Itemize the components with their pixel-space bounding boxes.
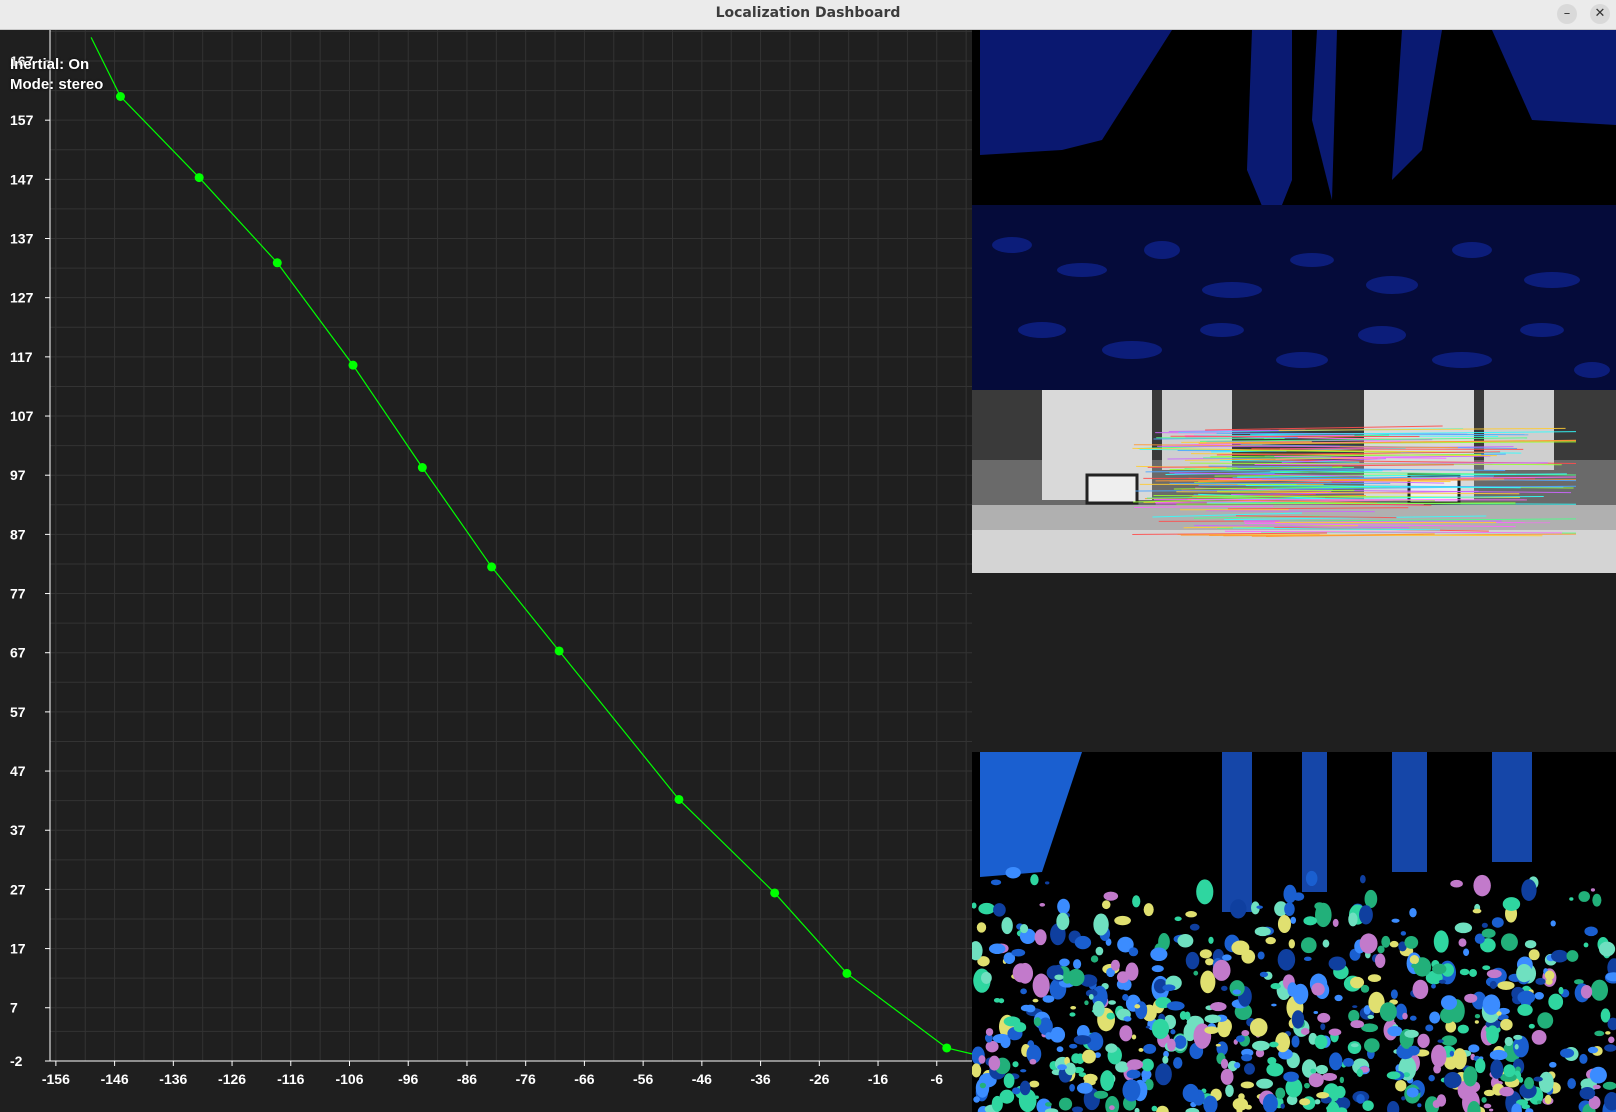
trajectory-point — [194, 173, 204, 183]
x-tick-label: -26 — [809, 1071, 829, 1087]
mode-status: Mode: stereo — [10, 76, 104, 93]
trajectory-line — [90, 37, 972, 1055]
y-tick-label: 47 — [10, 763, 26, 779]
feature-matches-panel — [972, 390, 1616, 573]
trajectory-point — [348, 360, 358, 370]
x-tick-label: -96 — [398, 1071, 418, 1087]
y-tick-label: 147 — [10, 171, 34, 187]
x-tick-label: -46 — [692, 1071, 712, 1087]
trajectory-point — [554, 646, 564, 656]
y-tick-label: 57 — [10, 704, 26, 720]
optical-flow-image — [972, 752, 1616, 1112]
optical-flow-panel — [972, 752, 1616, 1112]
trajectory-point — [272, 258, 282, 268]
trajectory-plot: -156 -146 -136 -126 -116 -106 -96 -86 -76 -66 -56 -… — [10, 30, 972, 1087]
y-tick-label: -2 — [10, 1053, 23, 1069]
x-tick-label: -126 — [218, 1071, 246, 1087]
x-tick-label: -66 — [574, 1071, 594, 1087]
depth-map-panel — [972, 30, 1616, 390]
x-tick-label: -86 — [457, 1071, 477, 1087]
y-tick-label: 77 — [10, 586, 26, 602]
x-tick-label: -106 — [335, 1071, 363, 1087]
y-tick-label: 7 — [10, 1000, 18, 1016]
y-tick-label: 27 — [10, 881, 26, 897]
trajectory-point — [942, 1043, 952, 1053]
x-tick-label: -156 — [42, 1071, 70, 1087]
y-tick-label: 157 — [10, 112, 34, 128]
minimize-icon[interactable]: – — [1557, 4, 1577, 24]
trajectory-point — [674, 794, 684, 804]
y-tick-label: 37 — [10, 822, 26, 838]
y-tick-label: 107 — [10, 408, 34, 424]
x-tick-label: -6 — [931, 1071, 944, 1087]
feature-matches-image — [972, 390, 1616, 573]
y-tick-label: 67 — [10, 645, 26, 661]
plot-grid — [50, 30, 972, 1062]
x-tick-label: -36 — [750, 1071, 770, 1087]
x-tick-label: -76 — [516, 1071, 536, 1087]
depth-map-image — [972, 30, 1616, 390]
x-tick-label: -116 — [277, 1071, 304, 1087]
x-tick-label: -16 — [868, 1071, 888, 1087]
y-tick-label: 97 — [10, 467, 26, 483]
trajectory-point — [842, 968, 852, 978]
y-tick-label: 117 — [10, 349, 33, 365]
inertial-status: Inertial: On — [10, 56, 90, 73]
window-titlebar[interactable]: Localization Dashboard – ✕ — [0, 0, 1616, 30]
trajectory-point — [770, 888, 780, 898]
dashboard-content: -156 -146 -136 -126 -116 -106 -96 -86 -76 -66 -56 -… — [0, 30, 1616, 1112]
window-title: Localization Dashboard — [715, 5, 901, 21]
x-tick-label: -56 — [633, 1071, 653, 1087]
x-tick-label: -146 — [101, 1071, 129, 1087]
trajectory-point — [487, 562, 497, 572]
x-tick-label: -136 — [159, 1071, 187, 1087]
y-tick-label: 17 — [10, 941, 26, 957]
close-icon[interactable]: ✕ — [1590, 4, 1610, 24]
trajectory-point — [115, 92, 125, 102]
y-tick-label: 87 — [10, 526, 26, 542]
y-tick-label: 127 — [10, 290, 34, 306]
trajectory-point — [417, 463, 427, 473]
y-tick-label: 137 — [10, 231, 34, 247]
